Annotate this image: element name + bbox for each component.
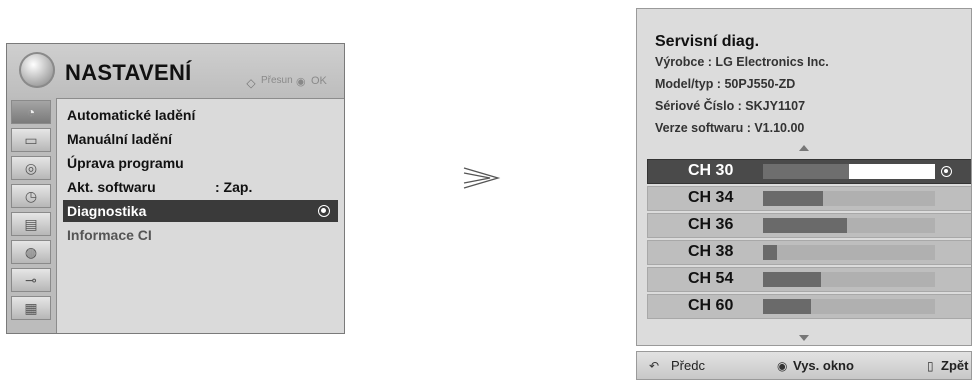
move-hint-label: Přesun [261,75,293,86]
signal-bar [763,164,935,179]
signal-bar-fill [763,191,823,206]
channel-row[interactable]: CH 60 [647,294,971,319]
signal-bar-fill [763,299,811,314]
software-update-value: : Zap. [215,179,253,195]
model-line: Model/typ : 50PJ550-ZD [655,77,796,91]
movie-icon[interactable]: ▦ [11,296,51,320]
speaker-icon[interactable]: ◎ [11,156,51,180]
previous-icon: ↶ [649,359,660,373]
ok-hint-label: OK [311,75,327,87]
channel-row[interactable]: CH 54 [647,267,971,292]
channel-row[interactable]: CH 34 [647,186,971,211]
next-arrow-icon [463,167,501,189]
channel-label: CH 30 [688,162,734,179]
ok-button-icon: ◉ [777,359,788,373]
menu-item-diagnostics[interactable]: Diagnostika [63,200,338,222]
settings-logo-icon [19,52,55,88]
clock-icon[interactable]: ◷ [11,184,51,208]
signal-bar [763,299,935,314]
menu-item-ci-info[interactable]: Informace CI [63,224,338,246]
signal-bar [763,245,935,260]
back-label[interactable]: Zpět [941,358,968,373]
globe-icon[interactable]: ◍ [11,240,51,264]
signal-bar-fill [763,272,821,287]
signal-bar-fill [763,245,777,260]
menu-category-column: ◔ ▭ ◎ ◷ ▤ ◍ ⊸ ▦ [7,98,57,333]
scroll-up-icon[interactable] [799,145,809,151]
diag-title: Servisní diag. [655,33,760,50]
lock-icon[interactable]: ▤ [11,212,51,236]
selected-radio-icon [941,166,952,177]
menu-header: NASTAVENÍ ◇ Přesun ◉ OK [7,44,344,99]
channel-row[interactable]: CH 36 [647,213,971,238]
cable-icon[interactable]: ⊸ [11,268,51,292]
software-version-line: Verze softwaru : V1.10.00 [655,121,805,135]
menu-title: NASTAVENÍ [65,60,192,85]
channel-label: CH 54 [688,270,734,287]
picture-icon[interactable]: ▭ [11,128,51,152]
manufacturer-line: Výrobce : LG Electronics Inc. [655,55,829,69]
scroll-down-icon[interactable] [799,335,809,341]
signal-bar-fill [763,164,849,179]
channel-label: CH 34 [688,189,734,206]
channel-label: CH 60 [688,297,734,314]
previous-label[interactable]: Předc [671,358,705,373]
channel-row[interactable]: CH 30 [647,159,971,184]
serial-line: Sériové Číslo : SKJY1107 [655,99,806,113]
channel-label: CH 38 [688,243,734,260]
signal-bar [763,272,935,287]
move-arrows-icon: ◇ [246,76,256,90]
channel-row[interactable]: CH 38 [647,240,971,265]
signal-bar-fill [763,218,847,233]
service-diag-panel: Servisní diag. Výrobce : LG Electronics … [636,8,972,346]
satellite-dish-icon[interactable]: ◔ [11,100,51,124]
exit-icon: ▯ [927,359,934,373]
channel-label: CH 36 [688,216,734,233]
signal-bar [763,191,935,206]
settings-menu: NASTAVENÍ ◇ Přesun ◉ OK ◔ ▭ ◎ ◷ ▤ ◍ ⊸ ▦ … [6,43,345,334]
window-label[interactable]: Vys. okno [793,358,854,373]
ok-button-icon: ◉ [296,76,306,88]
selected-radio-icon [318,205,330,217]
footer-bar: ↶ Předc ◉ Vys. okno ▯ Zpět [636,351,972,380]
menu-item-program-edit[interactable]: Úprava programu [63,152,338,174]
menu-item-software-update[interactable]: Akt. softwaru : Zap. [63,176,338,198]
menu-item-auto-tuning[interactable]: Automatické ladění [63,104,338,126]
menu-item-manual-tuning[interactable]: Manuální ladění [63,128,338,150]
signal-bar [763,218,935,233]
